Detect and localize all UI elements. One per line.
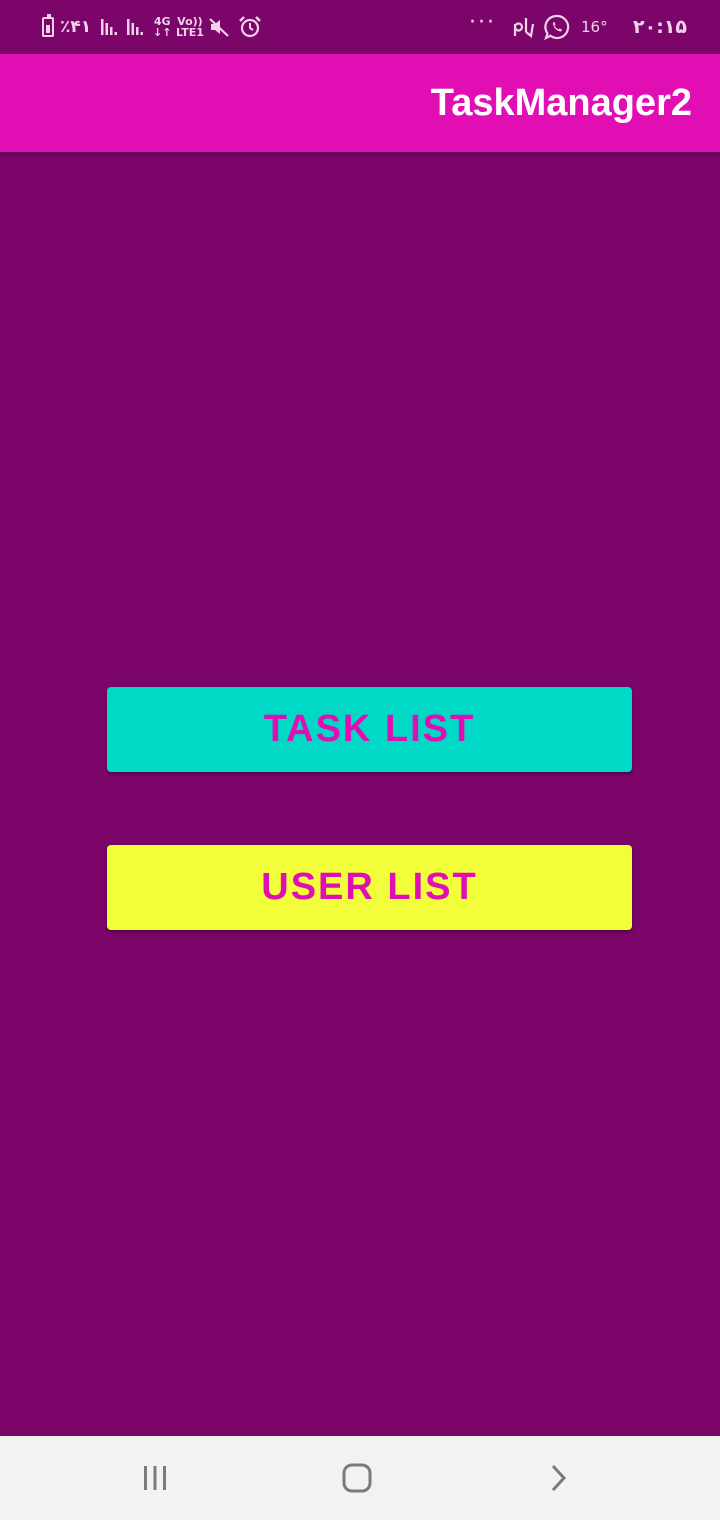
- recent-apps-icon[interactable]: [115, 1436, 195, 1520]
- network-4g-icon: 4G ↓↑: [153, 15, 172, 39]
- home-icon[interactable]: [317, 1436, 397, 1520]
- task-list-button-label: TASK LIST: [263, 708, 476, 750]
- signal-icon: [126, 0, 146, 54]
- mute-icon: [208, 0, 230, 54]
- task-list-button[interactable]: TASK LIST: [107, 687, 632, 772]
- status-bar: ٪۴۱ 4G ↓↑ Vo)) LTE1 ··· 16° ۲۰:۱۵: [0, 0, 720, 54]
- signal-icon: [100, 0, 120, 54]
- back-icon[interactable]: [518, 1436, 598, 1520]
- weather-icon: 16°: [581, 18, 608, 36]
- battery-level: ٪۴۱: [60, 17, 92, 37]
- whatsapp-icon: [544, 0, 570, 54]
- app-bar: TaskManager2: [0, 54, 720, 152]
- clock: ۲۰:۱۵: [633, 16, 687, 38]
- user-list-button-label: USER LIST: [261, 866, 478, 908]
- navigation-bar: [0, 1436, 720, 1520]
- alarm-icon: [238, 0, 262, 54]
- pi-icon: [512, 0, 536, 54]
- volte-icon: Vo)) LTE1: [176, 15, 204, 39]
- battery-icon: [42, 0, 54, 54]
- more-icon: ···: [469, 10, 496, 35]
- user-list-button[interactable]: USER LIST: [107, 845, 632, 930]
- app-title: TaskManager2: [430, 81, 692, 124]
